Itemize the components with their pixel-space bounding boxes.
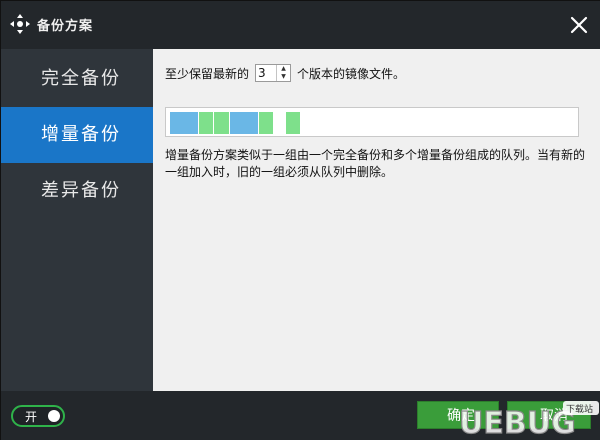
queue-segment-full bbox=[170, 112, 198, 134]
scheme-sidebar: 完全备份 增量备份 差异备份 bbox=[1, 49, 153, 391]
stepper-up-icon[interactable]: ▲ bbox=[277, 65, 290, 73]
title-bar: 备份方案 bbox=[1, 1, 600, 49]
backup-queue-bar bbox=[165, 107, 579, 137]
scheme-toggle[interactable]: 开 bbox=[11, 405, 65, 427]
scheme-content-panel: 至少保留最新的 ▲ ▼ 个版本的镜像文件。 增量备份方案类似于一组由一个完全备份… bbox=[153, 49, 600, 391]
version-count-stepper[interactable]: ▲ ▼ bbox=[255, 64, 292, 82]
sidebar-item-label: 完全备份 bbox=[41, 68, 121, 89]
retention-suffix: 个版本的镜像文件。 bbox=[297, 66, 406, 81]
scheme-description: 增量备份方案类似于一组由一个完全备份和多个增量备份组成的队列。当有新的一组加入时… bbox=[165, 148, 586, 179]
retention-row: 至少保留最新的 ▲ ▼ 个版本的镜像文件。 bbox=[165, 63, 405, 83]
retention-prefix: 至少保留最新的 bbox=[165, 66, 250, 81]
cancel-button[interactable]: 取消 bbox=[507, 401, 591, 429]
queue-segment-incremental bbox=[259, 112, 273, 134]
version-count-input[interactable] bbox=[256, 65, 277, 81]
backup-scheme-dialog: 备份方案 完全备份 增量备份 差异备份 至少保留最新的 ▲ ▼ 个版本的镜像文件… bbox=[0, 0, 600, 440]
window-title: 备份方案 bbox=[37, 19, 94, 34]
sidebar-item-label: 差异备份 bbox=[41, 180, 121, 201]
stepper-buttons: ▲ ▼ bbox=[276, 65, 290, 81]
queue-segment-incremental bbox=[214, 112, 229, 134]
backup-app-icon bbox=[10, 14, 30, 34]
queue-segment-full bbox=[230, 112, 258, 134]
toggle-label: 开 bbox=[25, 410, 38, 424]
queue-segment-incremental bbox=[199, 112, 213, 134]
sidebar-item-label: 增量备份 bbox=[41, 124, 121, 145]
queue-segment-incremental bbox=[286, 112, 300, 134]
ok-button[interactable]: 确定 bbox=[417, 401, 499, 429]
sidebar-item-differential-backup[interactable]: 差异备份 bbox=[1, 163, 153, 219]
dialog-footer: 开 确定 取消 bbox=[1, 391, 600, 440]
sidebar-item-incremental-backup[interactable]: 增量备份 bbox=[1, 107, 153, 163]
toggle-knob bbox=[48, 410, 60, 422]
sidebar-item-full-backup[interactable]: 完全备份 bbox=[1, 51, 153, 107]
stepper-down-icon[interactable]: ▼ bbox=[277, 73, 290, 81]
close-icon[interactable] bbox=[567, 13, 591, 37]
